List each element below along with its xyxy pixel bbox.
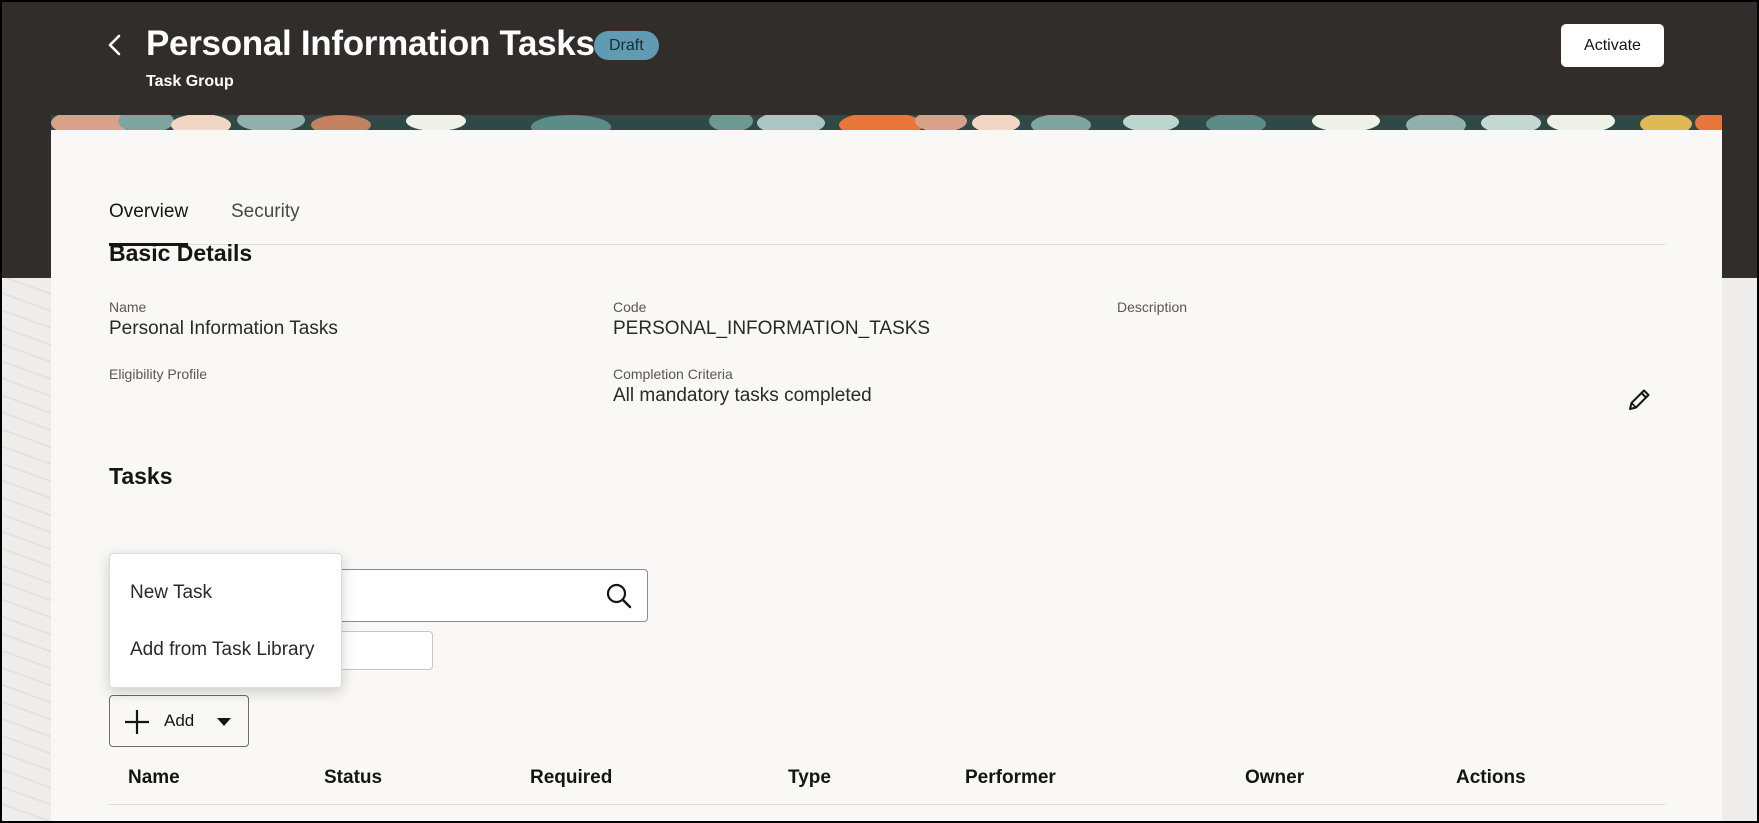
name-value: Personal Information Tasks	[109, 318, 338, 339]
page-title: Personal Information Tasks	[146, 24, 595, 63]
background-texture	[0, 278, 51, 823]
edit-details-button[interactable]	[1621, 382, 1657, 418]
column-header-status[interactable]: Status	[324, 767, 382, 789]
description-label: Description	[1117, 299, 1188, 315]
column-header-name[interactable]: Name	[128, 767, 180, 789]
menu-item-add-from-task-library[interactable]: Add from Task Library	[110, 622, 343, 678]
column-header-owner[interactable]: Owner	[1245, 767, 1304, 789]
content-card: Overview Security Basic Details Name Per…	[51, 115, 1722, 823]
add-button[interactable]: Add	[109, 695, 249, 747]
tasks-table-header: Name Status Required Type Performer Owne…	[109, 755, 1665, 805]
name-label: Name	[109, 299, 147, 315]
tasks-title: Tasks	[109, 463, 173, 489]
decorative-banner	[51, 115, 1722, 130]
code-value: PERSONAL_INFORMATION_TASKS	[613, 318, 931, 339]
add-menu: New Task Add from Task Library	[109, 553, 342, 688]
background-texture-right	[1722, 278, 1759, 823]
status-badge: Draft	[594, 31, 659, 60]
column-header-performer[interactable]: Performer	[965, 767, 1056, 789]
column-header-type[interactable]: Type	[788, 767, 831, 789]
eligibility-profile-label: Eligibility Profile	[109, 366, 208, 382]
back-button[interactable]	[100, 28, 130, 62]
code-label: Code	[613, 299, 647, 315]
tab-security[interactable]: Security	[231, 201, 300, 245]
column-header-required[interactable]: Required	[530, 767, 612, 789]
tab-overview[interactable]: Overview	[109, 201, 189, 246]
page-subtitle: Task Group	[146, 73, 234, 90]
caret-down-icon	[217, 718, 231, 726]
search-icon[interactable]	[605, 582, 633, 610]
add-button-label: Add	[164, 711, 195, 730]
tab-bar: Overview Security	[109, 201, 1665, 246]
activate-button[interactable]: Activate	[1561, 24, 1664, 67]
basic-details-title: Basic Details	[109, 240, 253, 266]
chevron-left-icon	[108, 34, 121, 56]
menu-item-new-task[interactable]: New Task	[110, 565, 343, 621]
completion-criteria-label: Completion Criteria	[613, 366, 733, 382]
column-header-actions[interactable]: Actions	[1456, 767, 1526, 789]
completion-criteria-value: All mandatory tasks completed	[613, 385, 872, 406]
pencil-icon	[1629, 389, 1650, 410]
plus-icon	[125, 710, 149, 734]
